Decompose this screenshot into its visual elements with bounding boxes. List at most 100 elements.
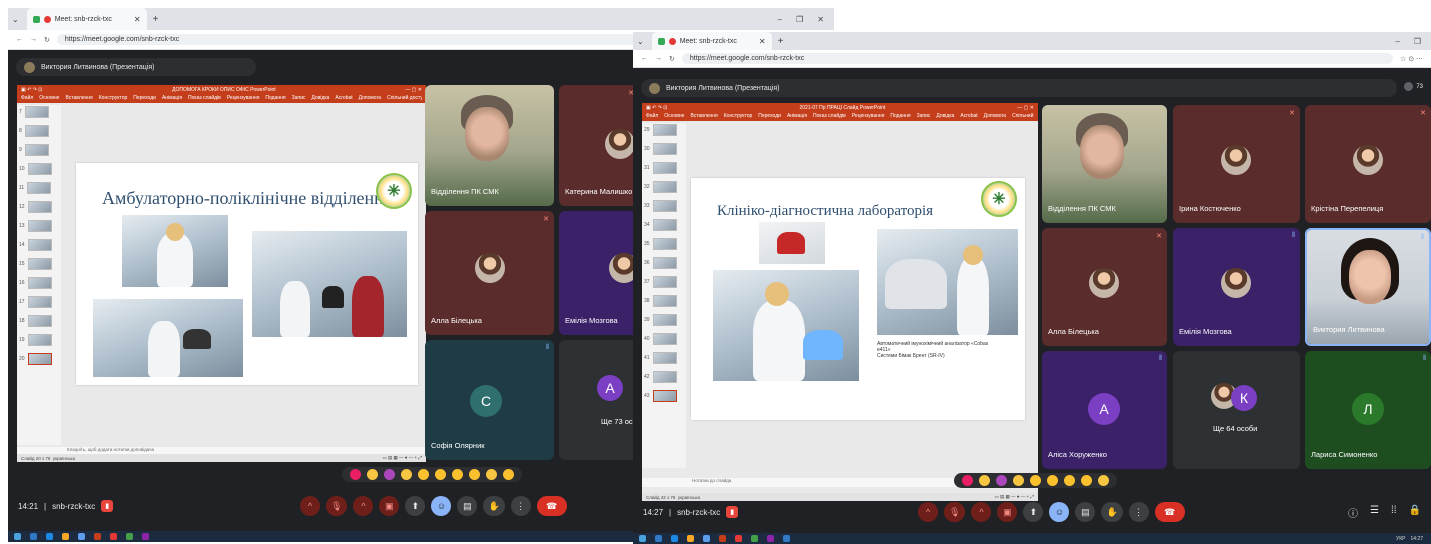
participant-tile[interactable]: Емілія Мозгова (559, 211, 639, 335)
clap-reaction-icon[interactable] (1013, 475, 1024, 486)
viber-icon[interactable] (767, 535, 774, 542)
camera-options-button[interactable]: ^ (971, 502, 992, 522)
surprised-reaction-icon[interactable] (435, 469, 446, 480)
restore-icon[interactable]: ❐ (796, 15, 803, 24)
participant-tile[interactable]: ✕ Алла Білецька (1042, 228, 1167, 346)
slide-thumbnail[interactable]: 32 (642, 180, 686, 194)
leave-call-button[interactable]: ☎ (536, 496, 567, 516)
ppt-tab[interactable]: Конструктор (724, 113, 753, 119)
store-icon[interactable] (46, 533, 53, 540)
slide-thumbnail[interactable]: 14 (17, 238, 61, 252)
ppt-tab[interactable]: Запис (917, 113, 931, 119)
close-tab-icon[interactable]: ✕ (134, 15, 141, 24)
ppt-tab[interactable]: Вставлення (690, 113, 717, 119)
ppt-tab[interactable]: Переходи (133, 95, 156, 101)
slide-thumbnail[interactable]: 43 (642, 389, 686, 403)
mail-icon[interactable] (78, 533, 85, 540)
slide-thumbnail[interactable]: 18 (17, 314, 61, 328)
cry-reaction-icon[interactable] (1064, 475, 1075, 486)
slide-thumbnail[interactable]: 16 (17, 276, 61, 290)
ppt-tab[interactable]: Анімація (162, 95, 182, 101)
camera-off-icon[interactable]: ▣ (997, 502, 1018, 522)
info-icon[interactable]: ⓘ (1348, 505, 1358, 520)
raise-hand-button[interactable]: ✋ (483, 496, 505, 516)
explorer-icon[interactable] (62, 533, 69, 540)
back-icon[interactable]: ← (641, 55, 648, 62)
slide-thumbnail[interactable]: 20 (17, 352, 61, 366)
slide-thumbnail[interactable]: 19 (17, 333, 61, 347)
surprised-reaction-icon[interactable] (1047, 475, 1058, 486)
participant-tile[interactable]: ⦀ Емілія Мозгова (1173, 228, 1300, 346)
laugh-reaction-icon[interactable] (418, 469, 429, 480)
new-tab-icon[interactable]: + (153, 14, 159, 25)
ppt-tab[interactable]: Основне (39, 95, 59, 101)
mic-options-button[interactable]: ^ (300, 496, 320, 516)
tray-clock[interactable]: 14:27 (1410, 536, 1423, 542)
browser-toolbar-icons[interactable]: ☆ ⊙ ⋯ (1400, 55, 1423, 63)
ppt-tab[interactable]: Переходи (758, 113, 781, 119)
laugh-reaction-icon[interactable] (1030, 475, 1041, 486)
edge-icon[interactable] (655, 535, 662, 542)
thinking-reaction-icon[interactable] (469, 469, 480, 480)
viber-icon[interactable] (142, 533, 149, 540)
slide-thumbnail[interactable]: 11 (17, 181, 61, 195)
leave-call-button[interactable]: ☎ (1154, 502, 1185, 522)
ppt-tab[interactable]: Acrobat (335, 95, 352, 101)
participant-tile[interactable]: ✕ Крістіна Перепелиця (1305, 105, 1431, 223)
whatsapp-icon[interactable] (751, 535, 758, 542)
raise-hand-button[interactable]: ✋ (1101, 502, 1123, 522)
restore-icon[interactable]: ❐ (1414, 37, 1421, 46)
slide-thumbnail[interactable]: 17 (17, 295, 61, 309)
clap-reaction-icon[interactable] (401, 469, 412, 480)
whatsapp-icon[interactable] (126, 533, 133, 540)
participant-tile-active-speaker[interactable]: ⦀ Виктория Литвинова (1305, 228, 1431, 346)
host-controls-icon[interactable]: 🔒 (1409, 505, 1421, 520)
minimize-icon[interactable]: – (778, 15, 782, 24)
slide-thumbnail[interactable]: 40 (642, 332, 686, 346)
participant-tile[interactable]: С ⦀ Софія Олярник (425, 340, 554, 460)
ppt-tab[interactable]: Подання (265, 95, 285, 101)
close-tab-icon[interactable]: ✕ (759, 37, 766, 46)
forward-icon[interactable]: → (655, 55, 662, 62)
ppt-tab[interactable]: Основне (664, 113, 684, 119)
explorer-icon[interactable] (687, 535, 694, 542)
participant-tile[interactable]: ✕ Алла Білецька (425, 211, 554, 335)
thumbs-down-reaction-icon[interactable] (486, 469, 497, 480)
thumbs-down-reaction-icon[interactable] (1098, 475, 1109, 486)
emoji-button[interactable]: ☺ (431, 496, 452, 516)
ppt-tab[interactable]: Конструктор (99, 95, 128, 101)
slide-thumbnail[interactable]: 31 (642, 161, 686, 175)
ppt-tab[interactable]: Запис (292, 95, 306, 101)
slide-thumbnail[interactable]: 15 (17, 257, 61, 271)
start-icon[interactable] (14, 533, 21, 540)
thumbs-up-reaction-icon[interactable] (367, 469, 378, 480)
forward-icon[interactable]: → (30, 36, 37, 43)
mail-icon[interactable] (703, 535, 710, 542)
slide-thumbnail[interactable]: 39 (642, 313, 686, 327)
ppt-tab[interactable]: Анімація (787, 113, 807, 119)
cry-reaction-icon[interactable] (452, 469, 463, 480)
mic-off-icon[interactable]: 🎙 (944, 502, 966, 522)
ppt-tab[interactable]: Довідка (311, 95, 329, 101)
slide-thumbnail[interactable]: 41 (642, 351, 686, 365)
thumbs-up-reaction-icon[interactable] (979, 475, 990, 486)
ppt-tab[interactable]: Рецензування (852, 113, 885, 119)
start-icon[interactable] (639, 535, 646, 542)
chat-icon[interactable]: ☰ (1370, 505, 1379, 520)
camera-off-icon[interactable]: ▣ (379, 496, 400, 516)
more-options-button[interactable]: ⋮ (510, 496, 531, 516)
participant-tile[interactable]: ✕ Ірина Костюченко (1173, 105, 1300, 223)
ppt-tab[interactable]: Довідка (936, 113, 954, 119)
participant-tile[interactable]: ✕ Катерина Малишко (559, 85, 639, 206)
thinking-reaction-icon[interactable] (1081, 475, 1092, 486)
browser-tab-meet[interactable]: Meet: snb-rzck-txc ✕ (651, 32, 772, 50)
ppt-tab[interactable]: Допомога (359, 95, 381, 101)
browser-tab-meet[interactable]: Meet: snb-rzck-txc ✕ (26, 8, 147, 30)
emoji-reaction-icon[interactable] (503, 469, 514, 480)
slide-thumbnail[interactable]: 33 (642, 199, 686, 213)
party-reaction-icon[interactable] (996, 475, 1007, 486)
reload-icon[interactable]: ↻ (44, 36, 50, 44)
back-icon[interactable]: ← (16, 36, 23, 43)
slide-thumbnail[interactable]: 8 (17, 124, 61, 138)
ppt-tab[interactable]: Подання (890, 113, 910, 119)
